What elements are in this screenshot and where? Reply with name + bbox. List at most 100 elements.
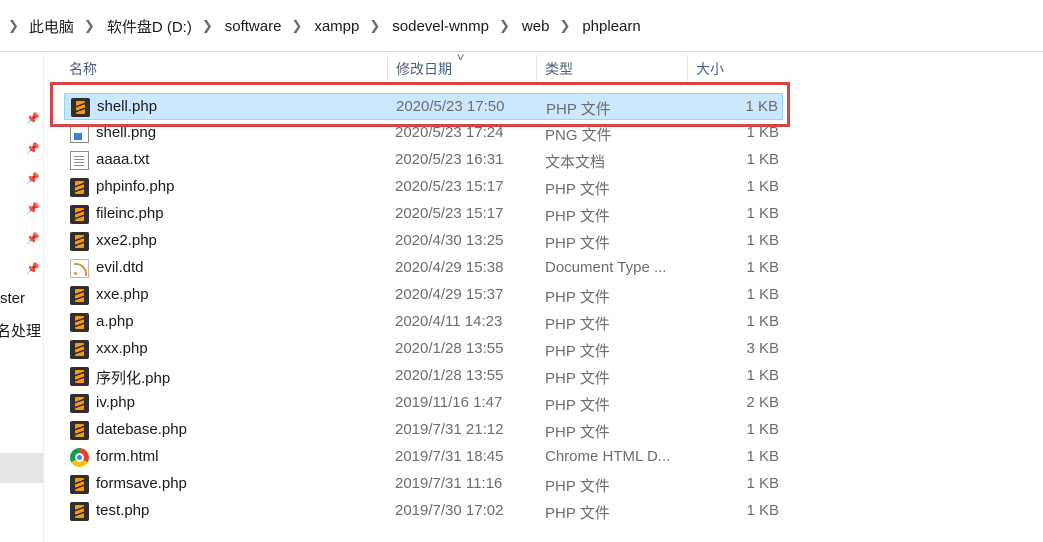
file-type: PHP 文件 [545, 181, 610, 198]
file-row[interactable]: iv.php 2019/11/16 1:47 PHP 文件 2 KB [64, 390, 783, 417]
nav-selected-item[interactable] [0, 453, 43, 483]
file-row[interactable]: form.html 2019/7/31 18:45 Chrome HTML D...… [64, 444, 783, 471]
file-name: iv.php [96, 394, 135, 411]
chevron-right-icon[interactable]: ❯ [369, 18, 380, 34]
sublime-php-icon [70, 367, 89, 386]
file-date: 2020/4/30 13:25 [395, 232, 504, 249]
sublime-php-icon [70, 394, 89, 413]
file-date: 2020/4/11 14:23 [395, 313, 503, 330]
file-row[interactable]: a.php 2020/4/11 14:23 PHP 文件 1 KB [64, 309, 783, 336]
nav-item-partial[interactable]: 名处理 [0, 320, 41, 341]
file-size: 1 KB [746, 259, 779, 276]
file-type: PNG 文件 [545, 127, 612, 144]
file-row[interactable]: test.php 2019/7/30 17:02 PHP 文件 1 KB [64, 498, 783, 525]
file-type: 文本文档 [545, 154, 606, 171]
file-date: 2020/1/28 13:55 [395, 367, 504, 384]
breadcrumb-item-drive-d[interactable]: 软件盘D (D:) [106, 16, 193, 37]
navigation-pane[interactable]: 📌 📌 📌 📌 📌 📌 ster 名处理 [0, 53, 44, 542]
file-name: fileinc.php [96, 205, 164, 222]
sublime-php-icon [70, 232, 89, 251]
file-row[interactable]: aaaa.txt 2020/5/23 16:31 文本文档 1 KB [64, 147, 783, 174]
chevron-right-icon[interactable]: ❯ [291, 18, 302, 34]
file-row[interactable]: evil.dtd 2020/4/29 15:38 Document Type ...… [64, 255, 783, 282]
sublime-php-icon [70, 502, 89, 521]
file-size: 1 KB [746, 475, 779, 492]
file-type: PHP 文件 [545, 397, 610, 414]
file-row[interactable]: phpinfo.php 2020/5/23 15:17 PHP 文件 1 KB [64, 174, 783, 201]
pin-icon: 📌 [26, 263, 40, 275]
file-date: 2020/5/23 15:17 [395, 205, 504, 222]
sublime-php-icon [70, 178, 89, 197]
file-size: 1 KB [746, 286, 779, 303]
file-type: PHP 文件 [545, 370, 610, 387]
column-header-type[interactable]: 类型 [536, 53, 687, 83]
file-row[interactable]: formsave.php 2019/7/31 11:16 PHP 文件 1 KB [64, 471, 783, 498]
text-document-icon [70, 151, 89, 170]
file-date: 2020/5/23 17:50 [396, 98, 505, 115]
pin-icon: 📌 [26, 203, 40, 215]
breadcrumb-item-this-pc[interactable]: 此电脑 [28, 16, 75, 37]
sublime-php-icon [70, 340, 89, 359]
file-row[interactable]: shell.php 2020/5/23 17:50 PHP 文件 1 KB [64, 93, 783, 120]
file-size: 1 KB [746, 124, 779, 141]
column-header-row: ∨ 名称 修改日期 类型 大小 [45, 52, 1043, 83]
file-date: 2020/5/23 15:17 [395, 178, 504, 195]
rss-document-icon [70, 259, 89, 278]
file-row[interactable]: xxe.php 2020/4/29 15:37 PHP 文件 1 KB [64, 282, 783, 309]
chevron-right-icon[interactable]: ❯ [8, 18, 19, 34]
file-row[interactable]: datebase.php 2019/7/31 21:12 PHP 文件 1 KB [64, 417, 783, 444]
file-size: 1 KB [746, 178, 779, 195]
file-name: formsave.php [96, 475, 187, 492]
file-type: PHP 文件 [545, 289, 610, 306]
column-header-date[interactable]: 修改日期 [387, 53, 536, 83]
sublime-php-icon [71, 98, 90, 117]
file-size: 1 KB [746, 205, 779, 222]
breadcrumb-item-software[interactable]: software [224, 18, 283, 35]
file-type: PHP 文件 [545, 478, 610, 495]
file-row[interactable]: 序列化.php 2020/1/28 13:55 PHP 文件 1 KB [64, 363, 783, 390]
pin-icon: 📌 [26, 173, 40, 185]
file-name: test.php [96, 502, 150, 519]
file-size: 2 KB [746, 394, 779, 411]
sublime-php-icon [70, 286, 89, 305]
breadcrumb-item-sodevel-wnmp[interactable]: sodevel-wnmp [391, 18, 490, 35]
address-bar[interactable]: ❯ 此电脑 ❯ 软件盘D (D:) ❯ software ❯ xampp ❯ s… [0, 0, 1043, 52]
file-date: 2019/7/30 17:02 [395, 502, 504, 519]
chevron-right-icon[interactable]: ❯ [202, 18, 213, 34]
file-size: 1 KB [746, 421, 779, 438]
file-row[interactable]: shell.png 2020/5/23 17:24 PNG 文件 1 KB [64, 120, 783, 147]
file-row[interactable]: xxx.php 2020/1/28 13:55 PHP 文件 3 KB [64, 336, 783, 363]
file-type: PHP 文件 [545, 316, 610, 333]
file-type: PHP 文件 [545, 235, 610, 252]
sublime-php-icon [70, 313, 89, 332]
file-type: Document Type ... [545, 259, 667, 276]
chevron-right-icon[interactable]: ❯ [559, 18, 570, 34]
file-name: phpinfo.php [96, 178, 175, 195]
column-header-name[interactable]: 名称 [61, 53, 387, 83]
file-size: 1 KB [746, 313, 779, 330]
file-date: 2019/11/16 1:47 [395, 394, 503, 411]
file-date: 2020/5/23 16:31 [395, 151, 504, 168]
file-date: 2019/7/31 11:16 [395, 475, 503, 492]
column-header-size[interactable]: 大小 [687, 53, 783, 83]
file-size: 1 KB [746, 448, 779, 465]
chrome-html-icon [70, 448, 89, 467]
breadcrumb-item-phplearn[interactable]: phplearn [581, 18, 641, 35]
file-row[interactable]: fileinc.php 2020/5/23 15:17 PHP 文件 1 KB [64, 201, 783, 228]
file-type: PHP 文件 [546, 101, 611, 118]
chevron-right-icon[interactable]: ❯ [84, 18, 95, 34]
file-row[interactable]: xxe2.php 2020/4/30 13:25 PHP 文件 1 KB [64, 228, 783, 255]
nav-item-partial[interactable]: ster [0, 290, 25, 307]
file-date: 2020/1/28 13:55 [395, 340, 504, 357]
breadcrumb-item-xampp[interactable]: xampp [313, 18, 360, 35]
chevron-right-icon[interactable]: ❯ [499, 18, 510, 34]
file-size: 1 KB [746, 232, 779, 249]
file-type: Chrome HTML D... [545, 448, 671, 465]
file-date: 2020/4/29 15:37 [395, 286, 504, 303]
file-name: form.html [96, 448, 159, 465]
file-name: xxe2.php [96, 232, 157, 249]
breadcrumb-item-web[interactable]: web [521, 18, 551, 35]
sublime-php-icon [70, 475, 89, 494]
file-type: PHP 文件 [545, 505, 610, 522]
file-type: PHP 文件 [545, 343, 610, 360]
